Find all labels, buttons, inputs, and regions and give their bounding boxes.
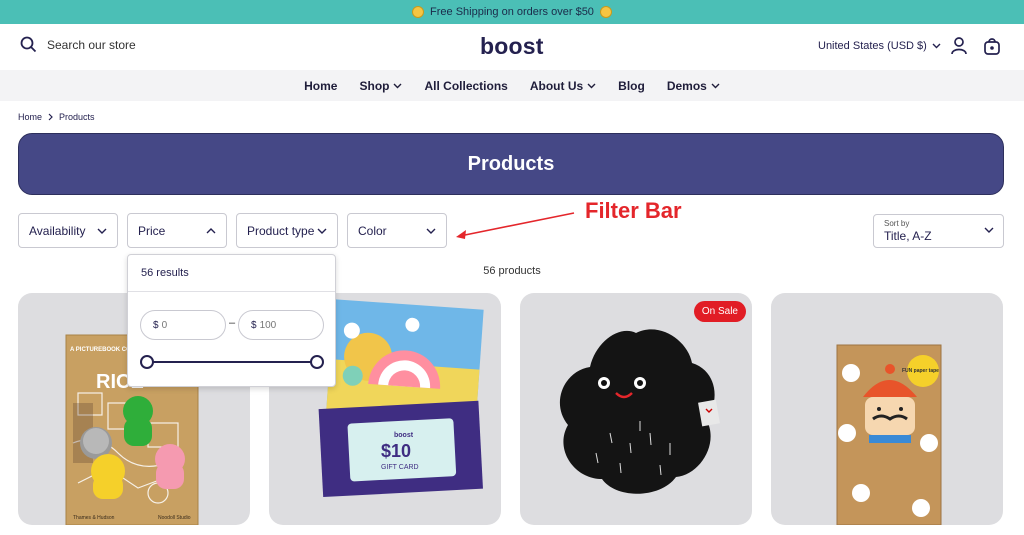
filter-label: Color bbox=[358, 223, 387, 238]
user-icon bbox=[951, 37, 967, 55]
nav-item-home[interactable]: Home bbox=[304, 79, 337, 93]
chevron-down-icon bbox=[711, 83, 720, 88]
book-publisher: Thames & Hudson bbox=[73, 515, 115, 521]
divider bbox=[128, 291, 335, 292]
gift-card-brand: boost bbox=[394, 432, 414, 439]
filter-label: Availability bbox=[29, 223, 86, 238]
sort-value: Title, A-Z bbox=[884, 229, 932, 243]
nav-label: About Us bbox=[529, 78, 584, 93]
nav-label: Blog bbox=[618, 78, 645, 93]
chevron-right-icon bbox=[48, 113, 53, 121]
site-header: Search our store boost United States (US… bbox=[0, 24, 1024, 70]
product-image: FUN paper tape bbox=[836, 344, 942, 525]
breadcrumb-home[interactable]: Home bbox=[18, 112, 42, 122]
currency-label: United States (USD $) bbox=[818, 40, 927, 52]
sort-select[interactable]: Sort by Title, A-Z bbox=[873, 214, 1004, 248]
sort-label: Sort by bbox=[884, 219, 910, 228]
cart-icon bbox=[984, 38, 1000, 55]
nav-item-all-collections[interactable]: All Collections bbox=[424, 79, 507, 93]
page-hero: Products bbox=[18, 133, 1004, 195]
price-max-input[interactable]: $ 100 bbox=[238, 310, 324, 340]
nav-label: Demos bbox=[666, 78, 707, 93]
nav-item-blog[interactable]: Blog bbox=[618, 79, 645, 93]
filter-availability[interactable]: Availability bbox=[18, 213, 118, 248]
book-studio: Noodoll Studio bbox=[158, 515, 191, 521]
search-placeholder: Search our store bbox=[47, 37, 136, 52]
nav-label: All Collections bbox=[424, 78, 508, 93]
price-min-input[interactable]: $ 0 bbox=[140, 310, 226, 340]
price-range-min-handle[interactable] bbox=[140, 355, 154, 369]
chevron-down-icon bbox=[587, 83, 596, 88]
currency-symbol: $ bbox=[251, 319, 257, 331]
chevron-down-icon bbox=[426, 228, 436, 234]
product-image bbox=[559, 329, 720, 494]
search-trigger[interactable]: Search our store bbox=[20, 36, 136, 53]
chevron-down-icon bbox=[317, 228, 327, 234]
announcement-text: Free Shipping on orders over $50 bbox=[430, 6, 594, 18]
results-count: 56 results bbox=[141, 267, 189, 279]
breadcrumb-current: Products bbox=[59, 112, 95, 122]
filter-color[interactable]: Color bbox=[347, 213, 447, 248]
emoji-icon bbox=[412, 6, 425, 18]
chevron-down-icon bbox=[393, 83, 402, 88]
gift-card-caption: GIFT CARD bbox=[381, 464, 419, 471]
filter-label: Price bbox=[138, 223, 166, 238]
nav-item-shop[interactable]: Shop bbox=[359, 79, 402, 93]
filter-price[interactable]: Price bbox=[127, 213, 227, 248]
price-max-placeholder: 100 bbox=[259, 319, 277, 331]
gift-card-amount: $10 bbox=[381, 441, 411, 461]
breadcrumb: Home Products bbox=[18, 112, 95, 122]
main-nav: Home Shop All Collections About Us Blog … bbox=[0, 70, 1024, 101]
nav-item-about-us[interactable]: About Us bbox=[530, 79, 596, 93]
product-card-plush[interactable]: On Sale bbox=[520, 293, 752, 525]
price-range-track[interactable] bbox=[148, 361, 318, 363]
currency-selector[interactable]: United States (USD $) bbox=[818, 40, 941, 52]
nav-label: Home bbox=[304, 78, 338, 93]
currency-symbol: $ bbox=[153, 319, 159, 331]
sale-badge: On Sale bbox=[693, 301, 746, 322]
cart-button[interactable] bbox=[983, 36, 1001, 61]
price-range-max-handle[interactable] bbox=[310, 355, 324, 369]
annotation-label: Filter Bar bbox=[585, 198, 682, 223]
price-filter-dropdown: 56 results $ 0 – $ 100 bbox=[127, 254, 336, 387]
search-icon bbox=[20, 36, 37, 53]
nav-item-demos[interactable]: Demos bbox=[667, 79, 720, 93]
filter-product-type[interactable]: Product type bbox=[236, 213, 338, 248]
chevron-down-icon bbox=[932, 43, 941, 49]
product-card-paper-tape[interactable]: FUN paper tape bbox=[771, 293, 1003, 525]
range-separator: – bbox=[229, 317, 236, 329]
chevron-down-icon bbox=[97, 228, 107, 234]
price-min-placeholder: 0 bbox=[161, 319, 168, 331]
paper-tape-box-text: FUN paper tape bbox=[902, 368, 939, 374]
page-title: Products bbox=[467, 152, 555, 175]
announcement-bar: Free Shipping on orders over $50 bbox=[0, 0, 1024, 24]
chevron-down-icon bbox=[984, 227, 994, 233]
account-button[interactable] bbox=[950, 36, 968, 61]
chevron-up-icon bbox=[206, 227, 216, 233]
annotation-arrow-icon bbox=[456, 212, 575, 239]
filter-label: Product type bbox=[247, 223, 315, 238]
emoji-icon bbox=[599, 6, 612, 18]
nav-label: Shop bbox=[359, 78, 390, 93]
logo[interactable]: boost bbox=[480, 33, 544, 60]
